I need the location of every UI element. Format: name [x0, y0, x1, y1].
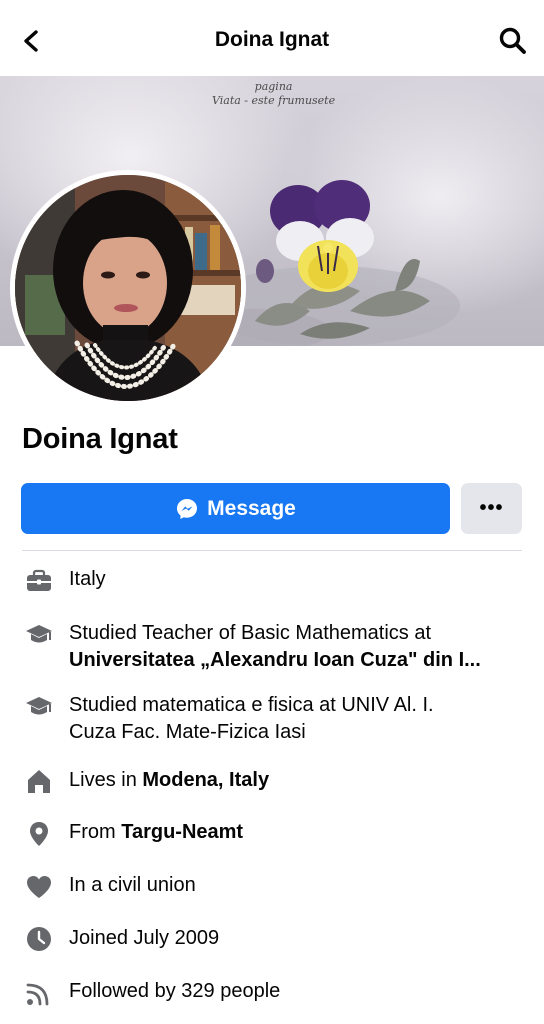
education-2-line1: Studied matematica e fisica at UNIV Al. …	[69, 694, 434, 716]
rss-feed-icon	[26, 983, 49, 1006]
relationship-text: In a civil union	[69, 874, 196, 896]
education-2-line2: Cuza Fac. Mate-Fizica Iasi	[69, 721, 306, 743]
joined-text: Joined July 2009	[69, 927, 220, 949]
lives-in-prefix: Lives in	[69, 769, 143, 791]
search-icon	[499, 27, 526, 54]
more-options-button[interactable]: •••	[461, 483, 522, 534]
more-options-label: •••	[479, 497, 504, 519]
followers-text[interactable]: Followed by 329 people	[69, 978, 524, 1005]
briefcase-icon	[27, 569, 51, 591]
portrait-illustration	[15, 175, 241, 401]
lives-in-place[interactable]: Modena, Italy	[142, 769, 269, 791]
page-title: Doina Ignat	[214, 28, 330, 51]
profile-avatar[interactable]	[10, 170, 246, 406]
top-bar: Doina Ignat	[0, 0, 544, 76]
heart-icon	[27, 876, 51, 898]
divider	[22, 550, 522, 551]
education-1-school[interactable]: Universitatea „Alexandru Ioan Cuza" din …	[69, 647, 524, 674]
messenger-icon	[177, 498, 198, 519]
graduation-cap-icon	[26, 697, 52, 715]
house-icon	[28, 770, 50, 793]
message-button-label: Message	[207, 496, 296, 520]
from-prefix: From	[69, 821, 122, 843]
education-1-prefix: Studied Teacher of Basic Mathematics at	[69, 622, 432, 644]
message-button[interactable]: Message	[21, 483, 450, 534]
clock-icon	[27, 927, 51, 951]
lives-in-text: Lives in Modena, Italy	[69, 767, 524, 794]
graduation-cap-icon	[26, 625, 52, 643]
work-text: Italy	[69, 568, 106, 590]
search-button[interactable]	[496, 24, 530, 58]
location-pin-icon	[30, 822, 48, 846]
avatar-photo	[15, 175, 241, 401]
from-text: From Targu-Neamt	[69, 819, 524, 846]
education-2-text: Studied matematica e fisica at UNIV Al. …	[69, 692, 524, 746]
profile-name: Doina Ignat	[22, 423, 178, 455]
education-1-text: Studied Teacher of Basic Mathematics at …	[69, 620, 524, 674]
from-place[interactable]: Targu-Neamt	[121, 821, 243, 843]
